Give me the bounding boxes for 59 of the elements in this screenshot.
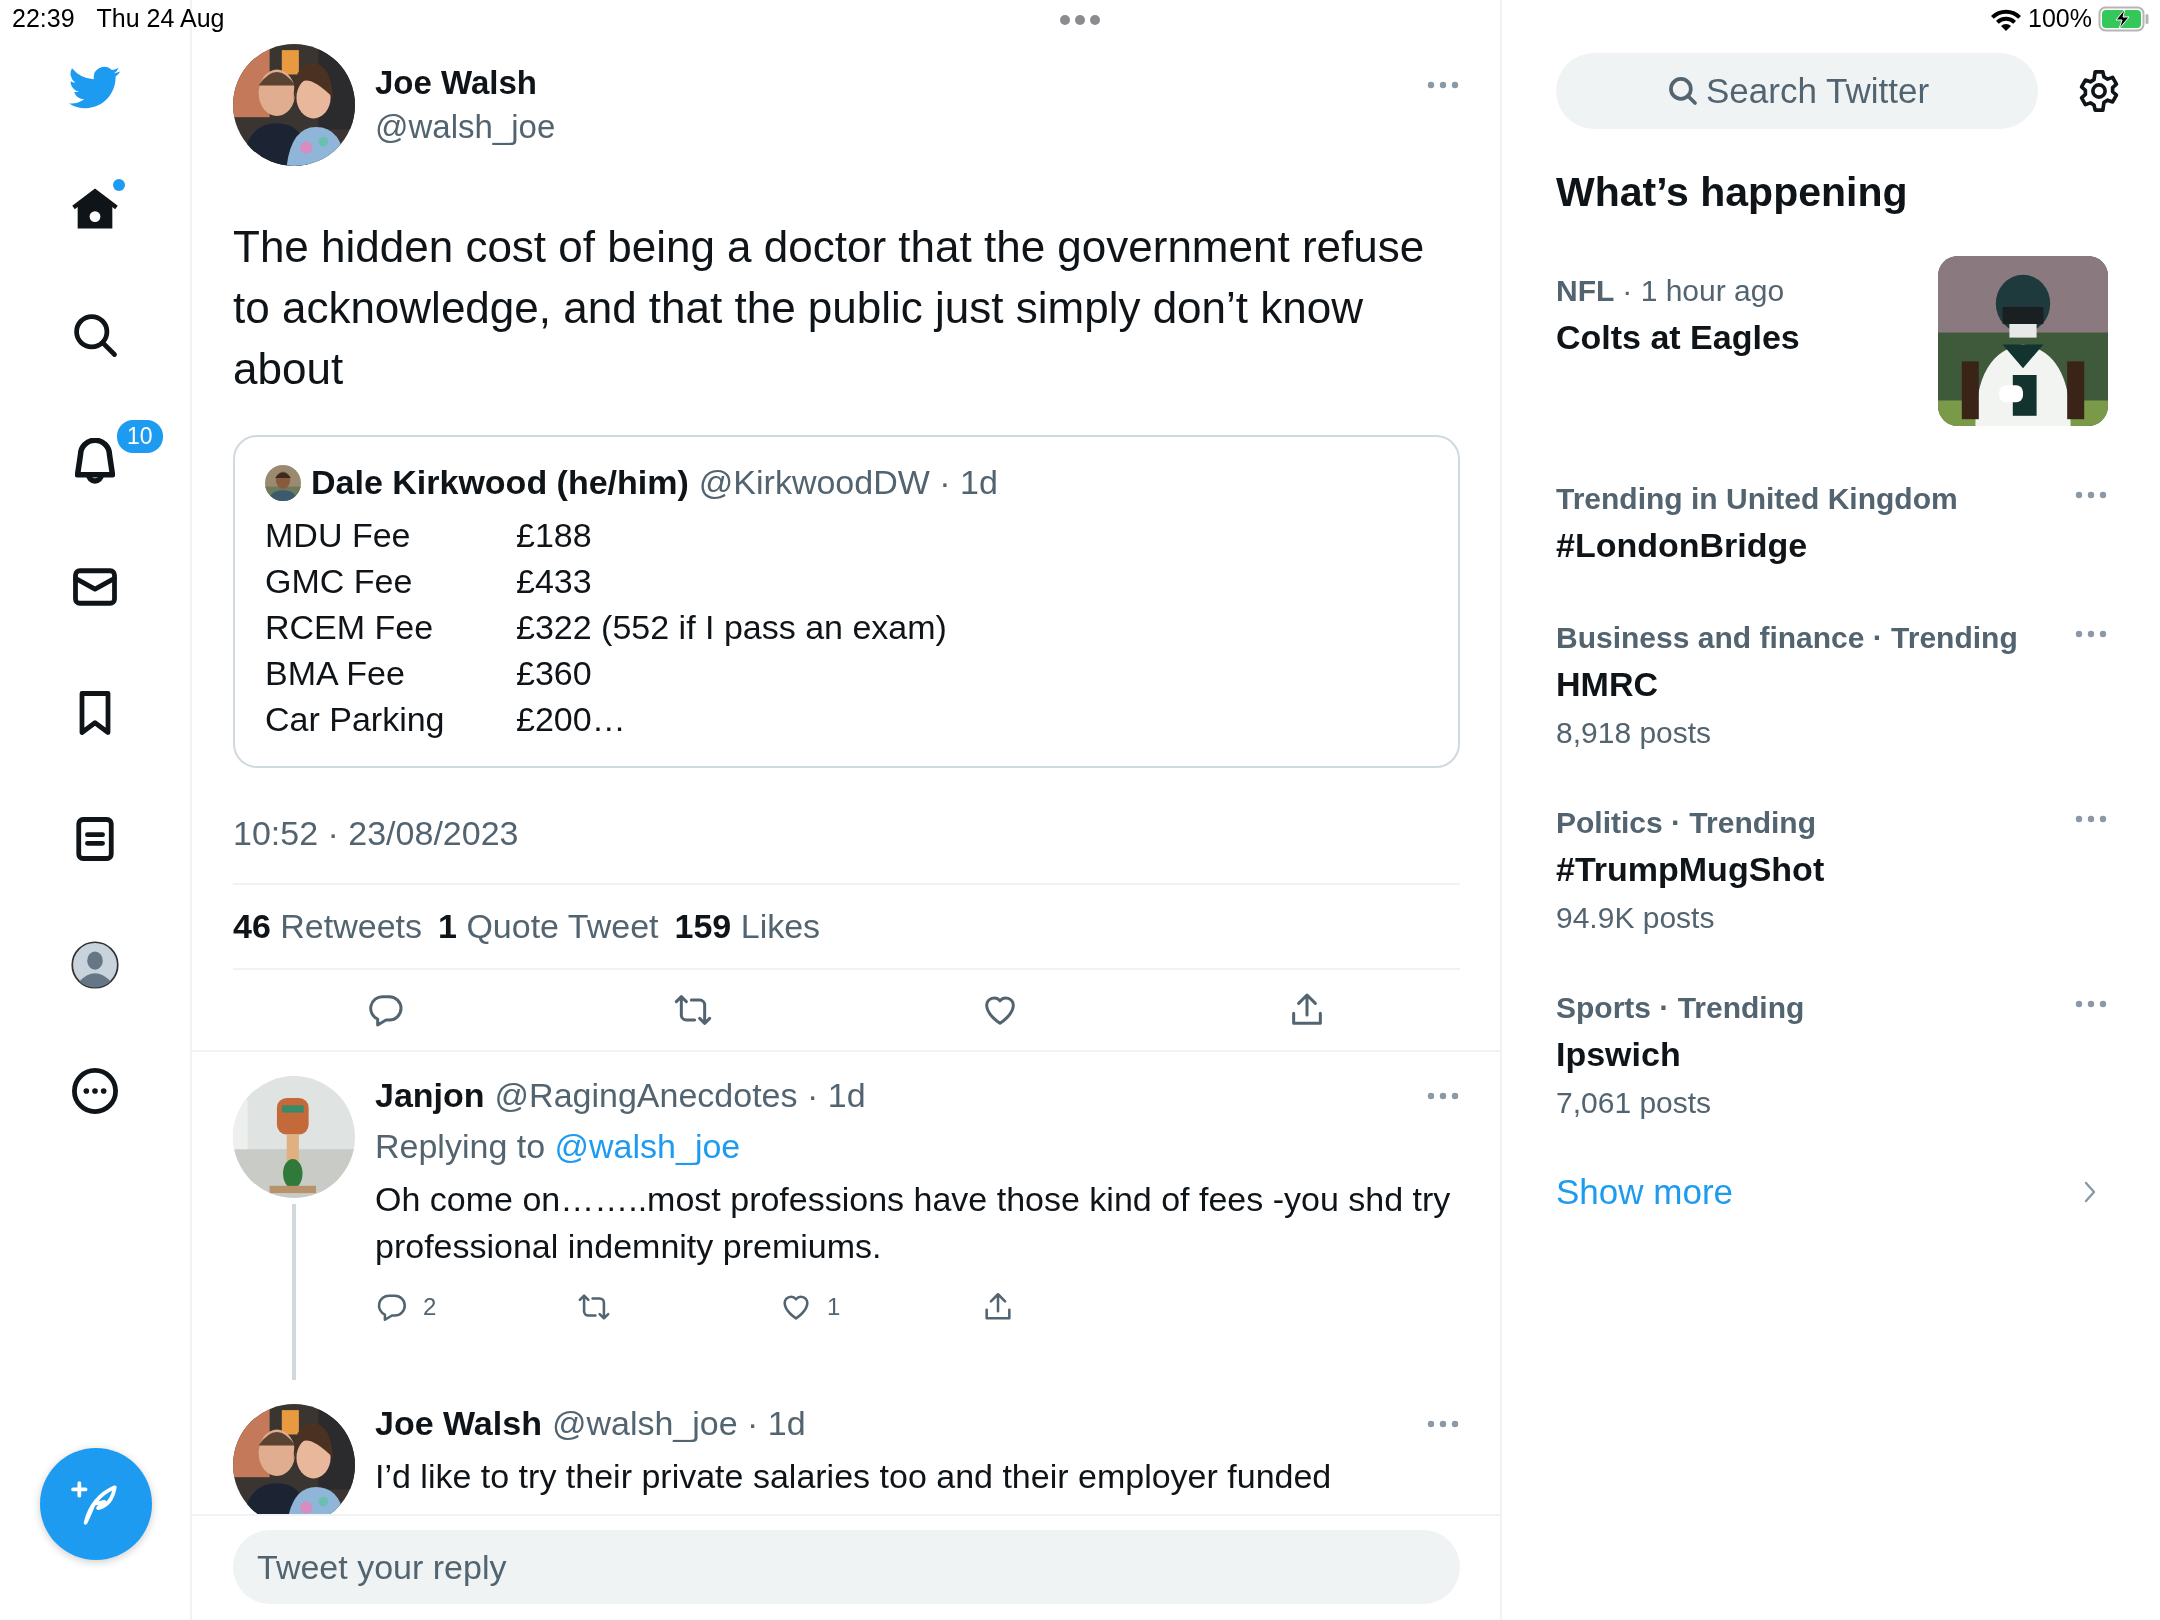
fee-amount: £433 [516,561,593,602]
quoted-tweet[interactable]: Dale Kirkwood (he/him) @KirkwoodDW · 1d MDU Fee £188 GMC Fee £433 RCEM Fee £322 (552 if I pass an exam) BMA Fee £360 Car Parking £200… [233,435,1460,768]
reply-text: Oh come on……..most professions have those kind of fees -you shd try professional indemnity premiums. [375,1179,1452,1267]
bell-icon[interactable] [75,438,115,484]
fee-label: MDU Fee [265,515,412,556]
fee-amount: £188 [516,515,593,556]
action-count: 2 [423,1293,437,1321]
post-count: 8,918 posts [1556,716,1713,750]
trend-context: Business and finance · Trending [1556,621,2019,655]
author-handle[interactable]: @walsh_joe [375,108,1406,146]
replying-to-text: Replying to @walsh_joe [375,1127,742,1166]
fee-label: RCEM Fee [265,607,435,648]
trend-title[interactable]: #LondonBridge [1556,526,2074,565]
action-count: 1 [827,1293,841,1321]
reply-text: I’d like to try their private salaries too and their employer funded [375,1456,1333,1497]
trend-title[interactable]: Ipswich [1556,1035,2074,1074]
bird-logo-icon[interactable] [69,66,121,110]
search-field[interactable]: Search Twitter [1556,53,2038,129]
fee-amount: £360 [516,653,593,694]
trend-category: NFL [1556,274,1615,308]
fee-amount: £322 (552 if I pass an exam) [516,607,948,648]
trend-time: · 1 hour ago [1622,274,1785,308]
reply-field[interactable]: Tweet your reply [233,1530,1460,1604]
author-name[interactable]: Joe Walsh [375,64,1406,102]
trend-title[interactable]: HMRC [1556,665,2074,704]
fee-amount: £200… [516,699,627,740]
status-time: 22:39 [12,4,75,33]
fee-label: BMA Fee [265,653,406,694]
trend-context: Politics · Trending [1556,806,1818,840]
author-name[interactable]: Janjon [375,1076,485,1115]
author-handle: @RagingAnecdotes · 1d [494,1076,867,1115]
battery-icon [2098,5,2150,32]
author-name[interactable]: Joe Walsh [375,1404,542,1443]
trend-title[interactable]: #TrumpMugShot [1556,850,2074,889]
compose-button[interactable] [40,1448,152,1560]
notification-count: 10 [115,418,165,455]
section-title: What’s happening [1556,169,1909,216]
post-count: 7,061 posts [1556,1086,1713,1120]
trend-context: Sports · Trending [1556,991,1806,1025]
author-handle: @walsh_joe · 1d [551,1404,807,1443]
stat-link[interactable]: 159 Likes [674,907,821,946]
trend-context: Trending in United Kingdom [1556,482,1959,516]
post-count: 94.9K posts [1556,901,1716,935]
search-icon [1666,74,1700,108]
fee-label: GMC Fee [265,561,414,602]
stat-link[interactable]: 46 Retweets [233,907,422,946]
more-icon[interactable] [69,1065,121,1117]
multitasking-icon[interactable] [1059,14,1101,26]
trend-title[interactable]: Colts at Eagles [1556,318,1938,357]
avatar-icon[interactable] [69,939,121,991]
fee-label: Car Parking [265,699,446,740]
tweet-text: The hidden cost of being a doctor that the government refuse to acknowledge, and that the public just simply don’t know about [233,221,1426,395]
tweet-timestamp: 10:52 · 23/08/2023 [233,814,1460,885]
chevron-right-icon[interactable] [2082,1179,2098,1205]
battery-percentage: 100% [2028,4,2092,33]
status-date: Thu 24 Aug [96,4,225,33]
quote-author-handle: @KirkwoodDW · 1d [698,463,998,502]
quote-author-name: Dale Kirkwood (he/him) [311,463,689,502]
stat-link[interactable]: 1 Quote Tweet [438,907,659,946]
